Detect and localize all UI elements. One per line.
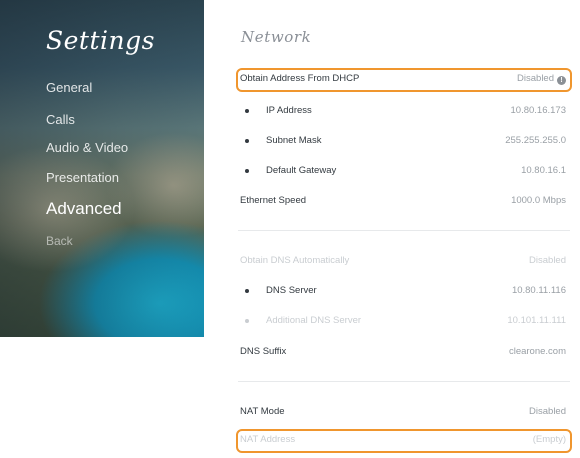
subnet-mask-row[interactable]: Subnet Mask 255.255.255.0 (238, 132, 570, 152)
additional-dns-row[interactable]: Additional DNS Server 10.101.11.111 (238, 312, 570, 332)
network-panel: Network Obtain Address From DHCP Disable… (204, 0, 580, 458)
ethernet-speed-label: Ethernet Speed (240, 195, 307, 206)
dhcp-label: Obtain Address From DHCP (240, 73, 360, 84)
dns-server-row[interactable]: DNS Server 10.80.11.116 (238, 282, 570, 302)
divider (238, 381, 570, 382)
dns-suffix-label: DNS Suffix (240, 346, 287, 357)
nat-mode-row[interactable]: NAT Mode Disabled (238, 403, 570, 423)
ethernet-speed-value: 1000.0 Mbps (511, 195, 566, 206)
nat-address-row[interactable]: NAT Address (Empty) (236, 429, 572, 453)
sidebar-item-presentation[interactable]: Presentation (46, 170, 119, 185)
dns-auto-row[interactable]: Obtain DNS Automatically Disabled (238, 252, 570, 272)
dhcp-value: Disabled (517, 73, 554, 84)
ip-address-row[interactable]: IP Address 10.80.16.173 (238, 102, 570, 122)
sidebar: Settings General Calls Audio & Video Pre… (0, 0, 204, 337)
sidebar-title: Settings (46, 26, 155, 55)
dhcp-value-wrap: Disabled! (517, 73, 566, 85)
additional-dns-value: 10.101.11.111 (507, 315, 566, 326)
default-gateway-value: 10.80.16.1 (521, 165, 566, 176)
nat-address-label: NAT Address (240, 434, 296, 445)
dns-server-label: DNS Server (266, 285, 317, 296)
divider (238, 230, 570, 231)
info-icon[interactable]: ! (557, 76, 566, 85)
dns-server-value: 10.80.11.116 (511, 285, 566, 296)
ip-address-value: 10.80.16.173 (510, 105, 566, 116)
sidebar-item-advanced[interactable]: Advanced (46, 199, 122, 219)
sidebar-item-calls[interactable]: Calls (46, 112, 75, 127)
nat-address-value: (Empty) (532, 434, 566, 445)
dhcp-row[interactable]: Obtain Address From DHCP Disabled! (236, 68, 572, 92)
dns-suffix-value: clearone.com (508, 346, 566, 357)
subnet-mask-value: 255.255.255.0 (505, 135, 566, 146)
default-gateway-row[interactable]: Default Gateway 10.80.16.1 (238, 162, 570, 182)
sidebar-item-general[interactable]: General (46, 80, 92, 95)
page-title: Network (241, 28, 312, 46)
additional-dns-label: Additional DNS Server (266, 315, 362, 326)
nat-mode-value: Disabled (529, 406, 566, 417)
subnet-mask-label: Subnet Mask (266, 135, 322, 146)
sidebar-item-audio-video[interactable]: Audio & Video (46, 140, 128, 155)
ethernet-speed-row[interactable]: Ethernet Speed 1000.0 Mbps (238, 192, 570, 212)
dns-auto-value: Disabled (529, 255, 566, 266)
dns-auto-label: Obtain DNS Automatically (240, 255, 350, 266)
sidebar-item-back[interactable]: Back (46, 234, 73, 248)
default-gateway-label: Default Gateway (266, 165, 337, 176)
ip-address-label: IP Address (266, 105, 312, 116)
nat-mode-label: NAT Mode (240, 406, 285, 417)
dns-suffix-row[interactable]: DNS Suffix clearone.com (238, 343, 570, 363)
